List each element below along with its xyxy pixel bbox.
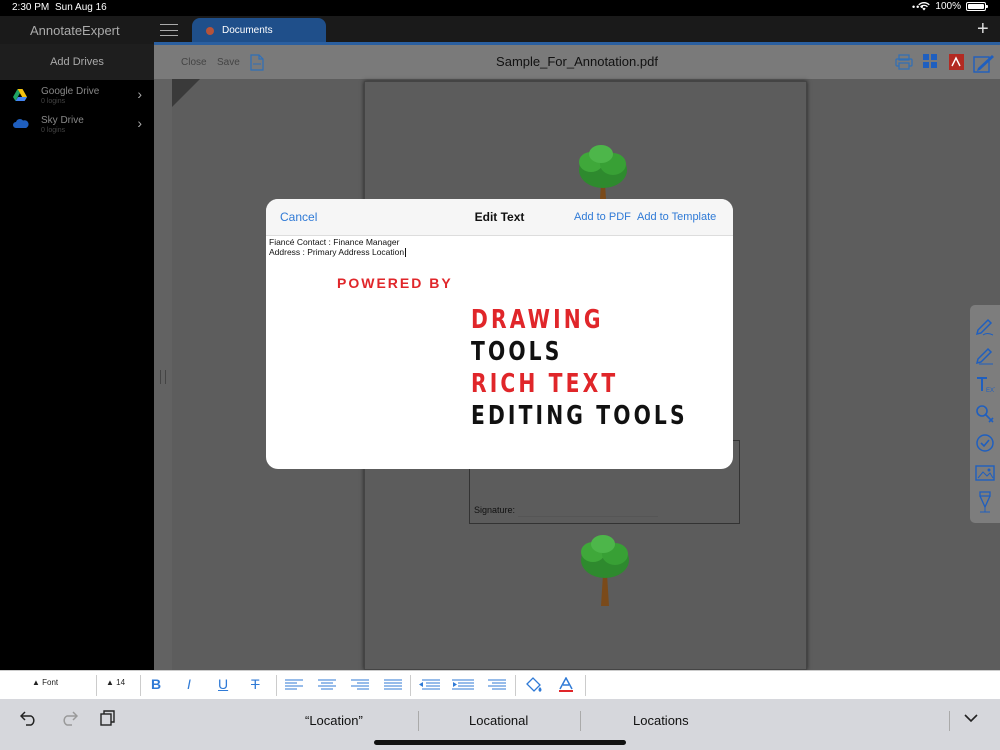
justify-icon[interactable] (384, 679, 402, 691)
fill-color-icon[interactable] (524, 677, 544, 693)
banner-line: EDITING TOOLS (471, 401, 688, 431)
wifi-icon (918, 2, 931, 11)
divider (515, 675, 516, 696)
battery-percent: 100% (935, 1, 961, 12)
app-title: AnnotateExpert (30, 23, 120, 38)
outdent-icon[interactable] (418, 679, 440, 691)
divider (949, 711, 950, 731)
divider (580, 711, 581, 731)
suggestion-3[interactable]: Locations (633, 713, 689, 728)
divider (140, 675, 141, 696)
paste-icon[interactable] (100, 710, 116, 726)
sidebar-drag-handle[interactable] (160, 370, 166, 384)
font-size-label: 14 (116, 678, 126, 687)
tree-image (581, 535, 629, 606)
italic-icon[interactable]: I (187, 676, 191, 692)
banner-line: TOOLS (471, 337, 563, 367)
format-toolbar: ▲ Font ▲ 14 B I U T (0, 670, 1000, 699)
status-time: 2:30 PM (12, 2, 50, 13)
annotation-toolbar: EXT (970, 305, 1000, 523)
undo-icon[interactable] (20, 710, 38, 726)
underline-icon[interactable]: U (218, 676, 228, 692)
suggestion-1[interactable]: “Location” (305, 713, 363, 728)
align-left-icon[interactable] (285, 679, 303, 691)
home-indicator (374, 740, 626, 745)
text-color-icon[interactable] (558, 677, 574, 693)
page-corner-marker (172, 79, 200, 107)
tab-documents[interactable]: Documents (192, 18, 326, 44)
text-line-contact[interactable]: Fiancé Contact : Finance Manager (269, 237, 399, 247)
sidebar-item-sky-drive[interactable]: Sky Drive 0 logins › (0, 109, 154, 138)
banner-line: DRAWING (471, 305, 604, 335)
divider (410, 675, 411, 696)
text-line-address[interactable]: Address : Primary Address Location (269, 247, 407, 258)
drive-logins: 0 logins (41, 127, 66, 134)
document-toolbar: Close Save Sample_For_Annotation.pdf (154, 45, 1000, 79)
text-caret (405, 248, 407, 258)
sidebar-item-google-drive[interactable]: Google Drive 0 logins › (0, 80, 154, 109)
drive-name: Sky Drive (41, 115, 84, 126)
strikethrough-icon[interactable]: T (251, 676, 260, 692)
line-spacing-icon[interactable] (486, 679, 506, 691)
banner-line: RICH TEXT (471, 369, 619, 399)
document-title: Sample_For_Annotation.pdf (496, 54, 658, 69)
status-bar: 2:30 PM Sun Aug 16 ••• 100% (0, 0, 1000, 16)
highlighter-tool-icon[interactable] (974, 344, 996, 366)
checkmark-tool-icon[interactable] (974, 432, 996, 454)
suggestion-2[interactable]: Locational (469, 713, 528, 728)
grid-icon[interactable] (923, 54, 937, 68)
status-date: Sun Aug 16 (55, 2, 107, 13)
chevron-right-icon: › (137, 86, 142, 102)
font-label: Font (42, 678, 59, 687)
pen-tool-icon[interactable] (974, 315, 996, 337)
battery-icon (966, 2, 988, 11)
address-text: Address : Primary Address Location (269, 247, 405, 257)
add-to-pdf-button[interactable]: Add to PDF (574, 211, 631, 223)
chevron-right-icon: › (137, 115, 142, 131)
add-drives-button[interactable]: Add Drives (0, 44, 154, 80)
edit-text-dialog: Cancel Edit Text Add to PDF Add to Templ… (266, 199, 733, 469)
drive-name: Google Drive (41, 86, 100, 97)
tab-label: Documents (222, 25, 273, 36)
indent-icon[interactable] (452, 679, 474, 691)
app-header: AnnotateExpert Documents + (0, 16, 1000, 44)
print-icon[interactable] (895, 54, 913, 70)
divider (585, 675, 586, 696)
chevron-down-icon[interactable] (964, 714, 978, 723)
font-button[interactable]: ▲ Font (32, 678, 58, 687)
divider (418, 711, 419, 731)
add-to-template-button[interactable]: Add to Template (637, 211, 716, 223)
divider (276, 675, 277, 696)
menu-icon[interactable] (160, 24, 178, 36)
text-tool-icon[interactable]: EXT (974, 374, 996, 396)
svg-text:EXT: EXT (986, 388, 995, 394)
sidebar: Add Drives Google Drive 0 logins › Sky D… (0, 44, 154, 670)
stamp-tool-icon[interactable] (974, 403, 996, 425)
dialog-header: Cancel Edit Text Add to PDF Add to Templ… (266, 199, 733, 236)
align-right-icon[interactable] (351, 679, 369, 691)
tab-status-dot (206, 27, 214, 35)
font-size-button[interactable]: ▲ 14 (106, 678, 125, 687)
signature-label: Signature: (474, 505, 516, 515)
google-drive-icon (13, 89, 27, 101)
bold-icon[interactable]: B (151, 676, 161, 692)
sky-drive-icon (13, 118, 29, 128)
sign-icon[interactable] (973, 54, 995, 74)
signature-line (518, 516, 658, 517)
fountain-pen-tool-icon[interactable] (974, 491, 996, 513)
drive-logins: 0 logins (41, 98, 66, 105)
powered-by-label: POWERED BY (337, 275, 453, 291)
divider (96, 675, 97, 696)
image-tool-icon[interactable] (974, 462, 996, 484)
add-icon[interactable]: + (977, 19, 989, 39)
battery-fill (968, 4, 984, 9)
align-center-icon[interactable] (318, 679, 336, 691)
pdf-export-icon[interactable] (949, 54, 964, 70)
keyboard-assistant-bar: “Location” Locational Locations (0, 699, 1000, 750)
redo-icon[interactable] (60, 710, 78, 726)
